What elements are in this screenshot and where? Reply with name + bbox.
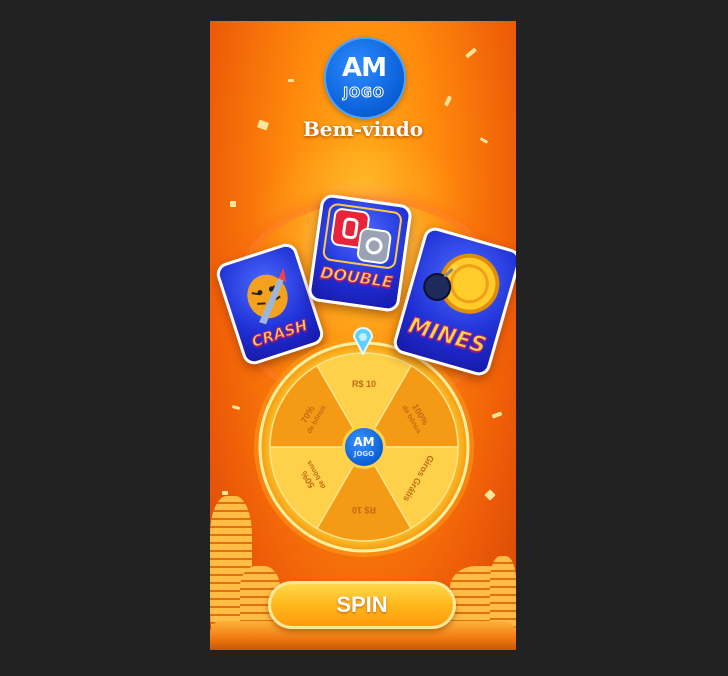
hub-logo-wordmark: JOGO [353,450,375,458]
prize-wheel[interactable]: R$ 10 100%de bônus Giros Grátis R$ 10 50%de … [253,336,475,558]
hub-logo-mark: AM [353,435,375,449]
welcome-title: Bem-vindo [302,117,424,141]
confetti [444,95,452,107]
double-tiles-icon [322,203,402,269]
logo-wordmark: JOGO [343,86,385,102]
logo: AM JOGO [324,37,406,119]
logo-mark: AM [342,53,387,83]
wheel-hub-logo: AM JOGO [342,425,386,469]
promo-screen: AM JOGO Bem-vindo CRASH DOUBLE MINES R$ … [210,21,516,650]
confetti [465,47,477,59]
wheel-segment-label: R$ 10 [352,505,376,515]
confetti [222,491,228,495]
confetti [288,79,294,82]
wheel-pointer-icon [352,327,374,355]
spin-button-label: SPIN [336,592,388,617]
spin-button[interactable]: SPIN [268,581,456,629]
confetti [484,489,496,501]
wheel-segment-label: R$ 10 [352,379,376,389]
confetti [230,201,236,207]
confetti [231,405,241,410]
game-card-double[interactable]: DOUBLE [306,193,414,313]
confetti [491,411,503,419]
